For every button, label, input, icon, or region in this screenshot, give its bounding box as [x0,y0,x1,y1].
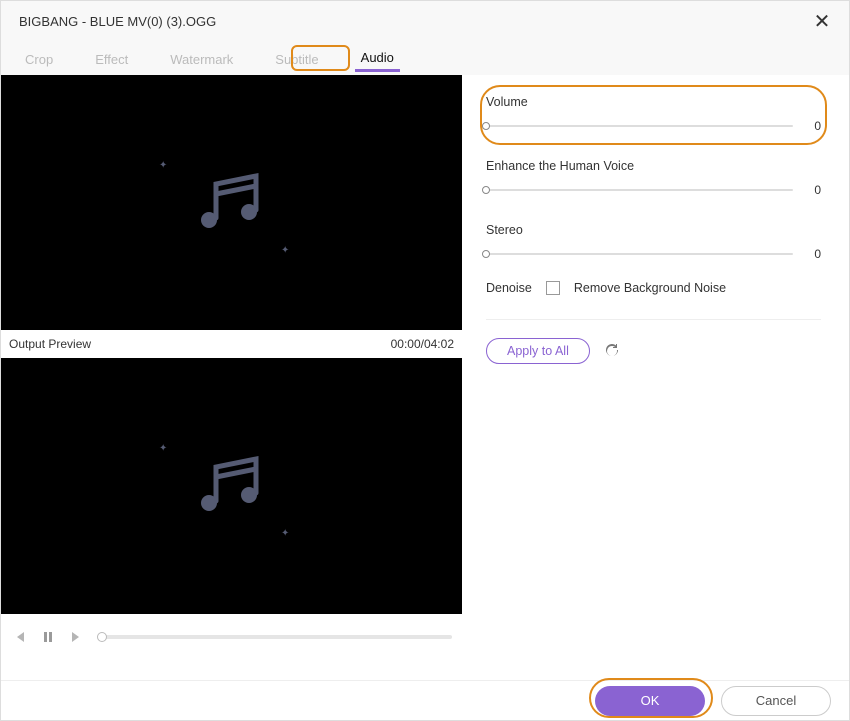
preview-info-bar: Output Preview 00:00/04:02 [1,330,462,358]
tab-crop[interactable]: Crop [19,46,59,71]
transport-controls [1,614,462,660]
volume-label: Volume [486,95,821,109]
stereo-slider-handle[interactable] [482,250,490,258]
enhance-slider-handle[interactable] [482,186,490,194]
scrub-slider[interactable] [101,635,452,639]
denoise-checkbox[interactable] [546,281,560,295]
music-note-icon [192,451,272,521]
enhance-label: Enhance the Human Voice [486,159,821,173]
music-note-icon [192,168,272,238]
source-preview: ✦ ✦ [1,75,462,330]
tab-bar: Crop Effect Watermark Subtitle Audio [1,41,849,75]
scrub-handle[interactable] [97,632,107,642]
stereo-setting: Stereo 0 [486,217,821,269]
body: ✦ ✦ Output Preview 00:00/04:02 ✦ ✦ Volum… [1,75,849,679]
divider [486,319,821,320]
tab-subtitle[interactable]: Subtitle [269,46,324,71]
volume-setting: Volume 0 [486,89,821,141]
ok-button[interactable]: OK [595,686,705,716]
preview-time: 00:00/04:02 [391,337,454,351]
apply-row: Apply to All [486,338,821,364]
denoise-label: Denoise [486,281,532,295]
stereo-label: Stereo [486,223,821,237]
titlebar: BIGBANG - BLUE MV(0) (3).OGG ✕ [1,1,849,41]
volume-value: 0 [809,119,821,133]
window-title: BIGBANG - BLUE MV(0) (3).OGG [19,14,216,29]
prev-button-icon[interactable] [11,631,29,643]
close-icon[interactable]: ✕ [807,9,837,34]
sparkle-icon: ✦ [159,443,167,454]
stereo-slider[interactable] [486,253,793,255]
next-button-icon[interactable] [67,631,85,643]
tab-audio[interactable]: Audio [355,44,400,72]
reset-icon[interactable] [602,341,622,361]
enhance-slider[interactable] [486,189,793,191]
stereo-value: 0 [809,247,821,261]
apply-to-all-button[interactable]: Apply to All [486,338,590,364]
settings-pane: Volume 0 Enhance the Human Voice 0 Stere… [462,75,849,679]
output-preview-label: Output Preview [9,337,91,351]
denoise-setting: Denoise Remove Background Noise [486,281,821,295]
volume-highlight [480,85,827,145]
volume-slider-handle[interactable] [482,122,490,130]
tab-watermark[interactable]: Watermark [164,46,239,71]
footer: OK Cancel [1,680,849,720]
cancel-button[interactable]: Cancel [721,686,831,716]
denoise-checkbox-label: Remove Background Noise [574,281,726,295]
sparkle-icon: ✦ [281,528,289,539]
volume-slider[interactable] [486,125,793,127]
sparkle-icon: ✦ [281,245,289,256]
tab-effect[interactable]: Effect [89,46,134,71]
sparkle-icon: ✦ [159,160,167,171]
pause-button-icon[interactable] [39,631,57,643]
output-preview: ✦ ✦ [1,358,462,614]
preview-pane: ✦ ✦ Output Preview 00:00/04:02 ✦ ✦ [1,75,462,679]
enhance-value: 0 [809,183,821,197]
enhance-setting: Enhance the Human Voice 0 [486,153,821,205]
